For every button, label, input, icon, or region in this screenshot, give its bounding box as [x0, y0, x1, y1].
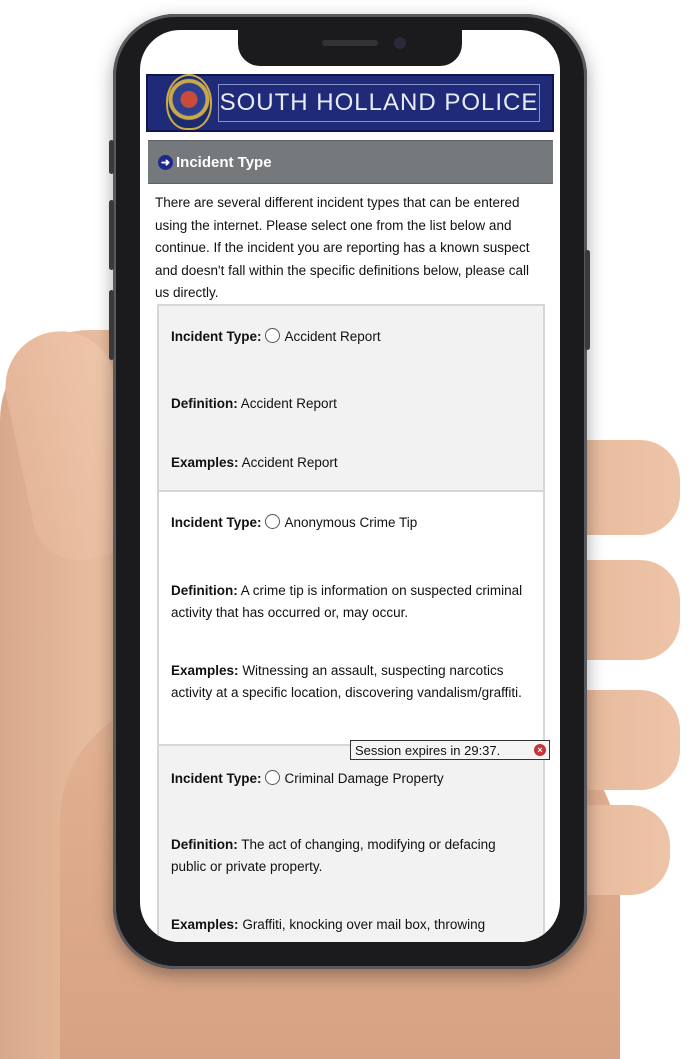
incident-card: Incident Type: Criminal Damage Property D…: [157, 744, 545, 942]
agency-name: SOUTH HOLLAND POLICE: [219, 89, 539, 116]
incident-type-name: Anonymous Crime Tip: [284, 515, 418, 530]
definition-label: Definition:: [171, 396, 238, 411]
speaker-grille: [322, 40, 378, 46]
examples-text: Graffiti, knocking over mail box, throwi…: [242, 917, 486, 932]
close-circle-icon[interactable]: ×: [534, 744, 546, 756]
examples-label: Examples:: [171, 455, 239, 470]
arrow-circle-icon: ➜: [158, 154, 173, 170]
incident-type-name: Accident Report: [284, 329, 381, 344]
incident-type-row: Incident Type: Criminal Damage Property: [171, 768, 531, 790]
examples-text: Accident Report: [241, 455, 338, 470]
power-button: [585, 250, 590, 350]
definition-text: Accident Report: [240, 396, 337, 411]
front-camera: [394, 37, 406, 49]
incident-card: Incident Type: Accident Report Definition…: [157, 304, 545, 492]
examples-row: Examples: Witnessing an assault, suspect…: [171, 660, 531, 704]
incident-type-label: Incident Type:: [171, 329, 262, 344]
volume-down-button: [109, 290, 114, 360]
phone-screen: SOUTH HOLLAND POLICE ➜ Incident Type The…: [140, 30, 560, 942]
incident-type-row: Incident Type: Accident Report: [171, 326, 531, 348]
definition-label: Definition:: [171, 837, 238, 852]
incident-radio-criminal-damage-property[interactable]: [264, 770, 280, 785]
incident-type-row: Incident Type: Anonymous Crime Tip: [171, 512, 531, 534]
intro-text: There are several different incident typ…: [155, 195, 530, 300]
session-text: Session expires in 29:37.: [355, 742, 501, 758]
incident-radio-anonymous-crime-tip[interactable]: [264, 514, 280, 529]
definition-row: Definition: A crime tip is information o…: [171, 580, 531, 624]
incident-card: Incident Type: Anonymous Crime Tip Defini…: [157, 490, 545, 746]
examples-row: Examples: Accident Report: [171, 452, 531, 474]
examples-label: Examples:: [171, 663, 239, 678]
examples-label: Examples:: [171, 917, 239, 932]
session-timer: Session expires in 29:37. ×: [350, 740, 550, 760]
volume-up-button: [109, 200, 114, 270]
examples-row: Examples: Graffiti, knocking over mail b…: [171, 914, 531, 936]
definition-label: Definition:: [171, 583, 238, 598]
incident-type-label: Incident Type:: [171, 771, 262, 786]
incident-radio-accident-report[interactable]: [264, 328, 280, 343]
incident-type-label: Incident Type:: [171, 515, 262, 530]
incident-type-name: Criminal Damage Property: [284, 771, 444, 786]
mute-switch: [109, 140, 114, 174]
definition-row: Definition: Accident Report: [171, 393, 531, 415]
phone-notch: [238, 30, 462, 66]
definition-row: Definition: The act of changing, modifyi…: [171, 834, 531, 878]
section-header: ➜ Incident Type: [148, 140, 553, 184]
section-title: Incident Type: [176, 153, 272, 171]
police-badge-icon: [166, 74, 212, 130]
